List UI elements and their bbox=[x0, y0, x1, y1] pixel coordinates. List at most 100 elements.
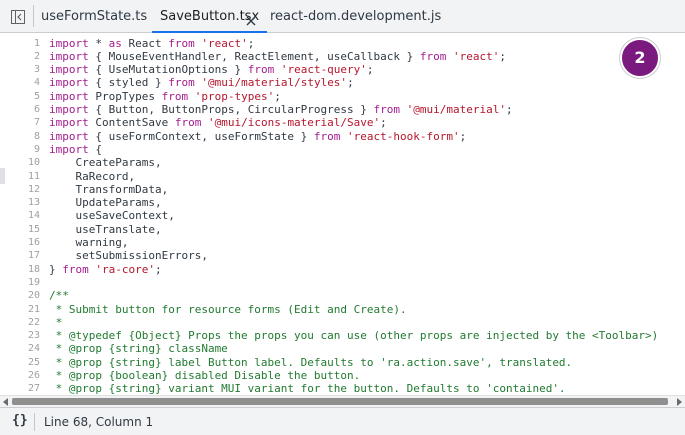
code-token: React bbox=[121, 36, 169, 50]
code-token: ; bbox=[366, 63, 374, 77]
code-token: RaRecord, bbox=[49, 169, 136, 183]
tab-savebutton[interactable]: SaveButton.tsx bbox=[151, 0, 268, 33]
code-text: warning, bbox=[49, 236, 128, 249]
code-token: import bbox=[49, 49, 89, 63]
code-token: import bbox=[49, 63, 89, 77]
line-number[interactable]: 6 bbox=[0, 103, 40, 116]
line-number[interactable]: 19 bbox=[0, 276, 40, 289]
code-token: { styled } bbox=[88, 76, 169, 90]
code-token: ; bbox=[274, 89, 281, 103]
code-token: ; bbox=[380, 116, 387, 130]
pretty-print-icon[interactable]: {} bbox=[12, 413, 28, 428]
cursor-position[interactable]: Line 68, Column 1 bbox=[44, 415, 153, 429]
code-token: * @typedef {Object} Props the props you … bbox=[49, 329, 659, 343]
code-token: from bbox=[161, 89, 189, 103]
code-text: import { bbox=[49, 143, 102, 156]
line-number[interactable]: 2 bbox=[0, 50, 40, 63]
tab-react-dom[interactable]: react-dom.development.js bbox=[270, 0, 441, 33]
tab-bar: useFormState.ts SaveButton.tsx react-dom… bbox=[0, 0, 685, 33]
code-token: import bbox=[49, 142, 89, 156]
line-number[interactable]: 13 bbox=[0, 196, 40, 209]
line-number[interactable]: 7 bbox=[0, 116, 40, 129]
code-text: CreateParams, bbox=[49, 156, 161, 169]
code-editor[interactable]: 1 import * as React from 'react'; 2 import … bbox=[0, 33, 685, 396]
code-token: TransformData, bbox=[49, 182, 169, 196]
line-number[interactable]: 11 bbox=[0, 170, 40, 183]
tab-useformstate[interactable]: useFormState.ts bbox=[41, 0, 147, 33]
code-text: * @prop {string} label Button label. Def… bbox=[49, 356, 573, 369]
horizontal-scrollbar[interactable] bbox=[0, 395, 685, 407]
code-text: * @typedef {Object} Props the props you … bbox=[49, 329, 659, 343]
line-number[interactable]: 15 bbox=[0, 223, 40, 236]
code-token: from bbox=[313, 129, 341, 143]
code-token: * bbox=[49, 315, 63, 329]
code-token: from bbox=[168, 36, 195, 50]
code-token: { Button, ButtonProps, CircularProgress … bbox=[88, 103, 374, 116]
code-token: import bbox=[49, 103, 89, 116]
code-text: import PropTypes from 'prop-types'; bbox=[49, 90, 281, 103]
code-text: * bbox=[49, 315, 63, 329]
line-number[interactable]: 14 bbox=[0, 209, 40, 222]
code-token: '@mui/material' bbox=[406, 103, 506, 116]
code-token: * @prop {string} className bbox=[49, 342, 228, 356]
code-text: UpdateParams, bbox=[49, 196, 162, 210]
code-token: { bbox=[88, 142, 102, 156]
line-number[interactable]: 27 bbox=[0, 382, 40, 395]
code-text: /** bbox=[49, 289, 69, 302]
line-number[interactable]: 12 bbox=[0, 183, 40, 196]
code-text: * Submit button for resource forms (Edit… bbox=[49, 303, 407, 316]
code-text: import * as React from 'react'; bbox=[49, 37, 254, 50]
code-text: import { styled } from '@mui/material/st… bbox=[49, 76, 354, 89]
code-token: '@mui/material/styles' bbox=[201, 76, 348, 90]
line-number[interactable]: 25 bbox=[0, 356, 40, 369]
line-number[interactable]: 1 bbox=[0, 37, 40, 50]
scroll-left-icon[interactable] bbox=[3, 398, 8, 406]
code-text: * @prop {string} className bbox=[49, 342, 228, 355]
code-text: import { useFormContext, useFormState } … bbox=[49, 130, 466, 143]
code-token: * Submit button for resource forms (Edit… bbox=[49, 302, 407, 316]
code-text: import { MouseEventHandler, ReactElement… bbox=[49, 50, 506, 63]
code-token: from bbox=[62, 262, 89, 276]
code-token: ; bbox=[459, 129, 467, 143]
line-number[interactable]: 20 bbox=[0, 289, 40, 302]
line-number[interactable]: 23 bbox=[0, 329, 40, 342]
code-token: 'ra-core' bbox=[95, 262, 155, 276]
line-number[interactable]: 21 bbox=[0, 303, 40, 316]
line-number[interactable]: 8 bbox=[0, 130, 40, 143]
code-token: { useFormContext, useFormState } bbox=[88, 129, 314, 143]
code-token: 'react-hook-form' bbox=[347, 129, 460, 143]
code-token: import bbox=[49, 116, 89, 130]
code-token: ; bbox=[247, 36, 255, 50]
line-number[interactable]: 22 bbox=[0, 316, 40, 329]
code-token: from bbox=[168, 76, 195, 90]
code-token: from bbox=[174, 116, 202, 130]
line-number[interactable]: 16 bbox=[0, 236, 40, 249]
line-number[interactable]: 10 bbox=[0, 156, 40, 169]
code-token: } bbox=[49, 262, 63, 276]
code-token: from bbox=[247, 63, 275, 77]
code-token: from bbox=[373, 103, 401, 116]
code-token: 'react' bbox=[453, 49, 500, 63]
line-number[interactable]: 9 bbox=[0, 143, 40, 156]
code-token: /** bbox=[49, 289, 69, 303]
line-number[interactable]: 17 bbox=[0, 249, 40, 262]
close-icon[interactable] bbox=[246, 11, 256, 26]
line-number[interactable]: 3 bbox=[0, 63, 40, 76]
scroll-right-icon[interactable] bbox=[677, 398, 682, 406]
tab-separator bbox=[33, 5, 34, 27]
line-number[interactable]: 18 bbox=[0, 263, 40, 276]
line-number[interactable]: 26 bbox=[0, 369, 40, 382]
scrollbar-thumb[interactable] bbox=[12, 398, 668, 405]
code-text: * @prop {boolean} disabled Disable the b… bbox=[49, 369, 361, 382]
code-text: setSubmissionErrors, bbox=[49, 249, 207, 262]
code-token: useSaveContext, bbox=[49, 209, 175, 223]
code-token: import bbox=[49, 129, 89, 143]
panel-toggle-icon[interactable] bbox=[11, 9, 25, 24]
line-number[interactable]: 24 bbox=[0, 342, 40, 355]
line-number[interactable]: 4 bbox=[0, 76, 40, 89]
code-token: UpdateParams, bbox=[49, 196, 162, 210]
line-number[interactable]: 5 bbox=[0, 90, 40, 103]
code-token: { MouseEventHandler, ReactElement, useCa… bbox=[88, 49, 420, 63]
